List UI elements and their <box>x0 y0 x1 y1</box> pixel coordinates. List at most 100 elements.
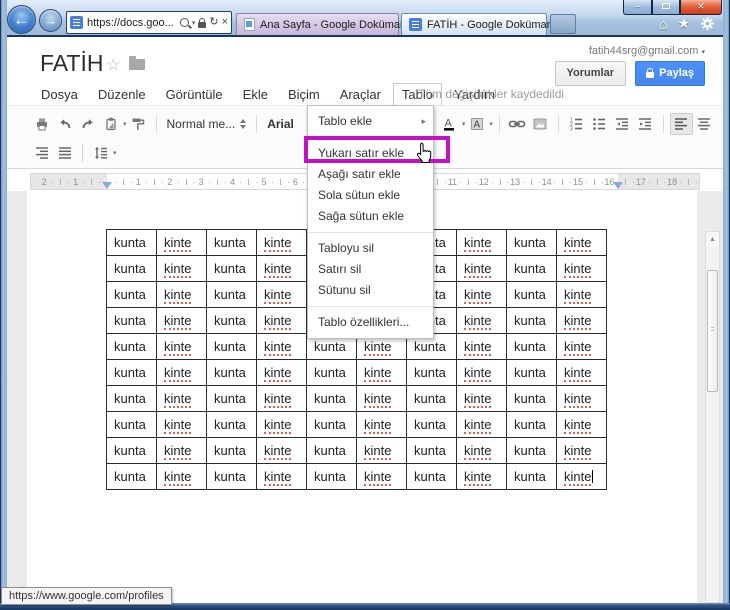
paint-roller-icon[interactable] <box>127 113 150 135</box>
table-cell[interactable]: kinte <box>456 463 507 490</box>
menubar-item-görüntüle[interactable]: Görüntüle <box>158 84 231 105</box>
table-cell[interactable]: kinte <box>256 281 307 308</box>
document-title[interactable]: FATİH <box>40 50 103 77</box>
table-cell[interactable]: kinte <box>456 359 507 386</box>
table-cell[interactable]: kinte <box>456 281 507 308</box>
table-cell[interactable]: kunta <box>506 411 557 438</box>
text-color-icon[interactable]: A <box>438 113 461 135</box>
table-cell[interactable]: kunta <box>206 229 257 256</box>
menu-item[interactable]: Sola sütun ekle <box>308 185 433 206</box>
table-cell[interactable]: kinte <box>356 437 407 464</box>
home-icon[interactable]: ⌂ <box>659 16 667 32</box>
line-spacing-icon[interactable] <box>89 142 112 164</box>
table-cell[interactable]: kunta <box>406 359 457 386</box>
table-cell[interactable]: kinte <box>556 333 607 360</box>
table-cell[interactable]: kunta <box>406 385 457 412</box>
table-cell[interactable]: kinte <box>456 255 507 282</box>
table-cell[interactable]: kinte <box>456 411 507 438</box>
table-cell[interactable]: kinte <box>556 463 607 490</box>
align-right-icon[interactable] <box>30 142 53 164</box>
justify-icon[interactable] <box>53 142 76 164</box>
account-email[interactable]: fatih44srg@gmail.com ▾ <box>589 45 705 57</box>
left-indent-marker-icon[interactable] <box>102 182 112 189</box>
table-cell[interactable]: kunta <box>506 385 557 412</box>
new-tab-button[interactable] <box>550 14 576 34</box>
menu-item[interactable]: Tablo ekle ▸ <box>308 111 433 132</box>
table-cell[interactable]: kunta <box>406 463 457 490</box>
table-cell[interactable]: kunta <box>106 385 157 412</box>
favorites-star-icon[interactable]: ★ <box>677 15 690 32</box>
paragraph-style-dropdown[interactable]: Normal me... <box>163 117 251 131</box>
table-cell[interactable]: kunta <box>206 281 257 308</box>
table-cell[interactable]: kinte <box>456 307 507 334</box>
table-cell[interactable]: kunta <box>106 437 157 464</box>
table-cell[interactable]: kunta <box>206 255 257 282</box>
table-cell[interactable]: kunta <box>506 359 557 386</box>
numbered-list-icon[interactable]: 123 <box>565 113 588 135</box>
table-cell[interactable]: kunta <box>106 333 157 360</box>
star-document-icon[interactable]: ☆ <box>106 55 120 75</box>
minimize-button[interactable]: – <box>623 0 652 15</box>
undo-icon[interactable] <box>53 113 76 135</box>
back-button[interactable]: ← <box>7 5 36 34</box>
table-cell[interactable]: kunta <box>106 255 157 282</box>
menubar-item-ekle[interactable]: Ekle <box>235 84 276 105</box>
table-cell[interactable]: kinte <box>556 229 607 256</box>
menubar-item-biçim[interactable]: Biçim <box>280 84 328 105</box>
menu-item[interactable]: Tablo özellikleri... <box>308 312 433 333</box>
url-text[interactable]: https://docs.goo... <box>87 17 180 29</box>
paint-format-icon[interactable] <box>99 113 122 135</box>
table-cell[interactable]: kunta <box>206 385 257 412</box>
maximize-button[interactable] <box>652 0 680 15</box>
menu-item[interactable]: Satırı sil <box>308 259 433 280</box>
table-cell[interactable]: kinte <box>156 437 207 464</box>
highlight-color-icon[interactable]: A <box>465 113 488 135</box>
table-cell[interactable]: kunta <box>106 229 157 256</box>
menu-item[interactable]: Tabloyu sil <box>308 238 433 259</box>
table-cell[interactable]: kinte <box>256 229 307 256</box>
search-icon[interactable] <box>179 18 189 27</box>
table-cell[interactable]: kinte <box>256 255 307 282</box>
table-cell[interactable]: kunta <box>206 307 257 334</box>
tab-fatih[interactable]: FATİH - Google Dokümanlar × <box>401 13 576 35</box>
table-cell[interactable]: kunta <box>106 463 157 490</box>
table-cell[interactable]: kinte <box>556 255 607 282</box>
table-cell[interactable]: kinte <box>356 385 407 412</box>
table-cell[interactable]: kinte <box>156 359 207 386</box>
highlight-dropdown-icon[interactable]: ▾ <box>489 120 493 128</box>
scrollbar-thumb[interactable] <box>707 270 718 392</box>
font-dropdown[interactable]: Arial <box>263 117 298 131</box>
menubar-item-araçlar[interactable]: Araçlar <box>332 84 389 105</box>
table-cell[interactable]: kunta <box>306 437 357 464</box>
table-cell[interactable]: kinte <box>256 385 307 412</box>
table-cell[interactable]: kinte <box>256 437 307 464</box>
tab-ana-sayfa[interactable]: Ana Sayfa - Google Dokümanlar <box>236 13 418 35</box>
table-cell[interactable]: kinte <box>156 385 207 412</box>
table-cell[interactable]: kunta <box>506 307 557 334</box>
table-cell[interactable]: kinte <box>156 307 207 334</box>
insert-link-icon[interactable] <box>506 113 529 135</box>
menu-item[interactable]: Sütunu sil <box>308 280 433 301</box>
table-cell[interactable]: kinte <box>256 359 307 386</box>
scroll-up-icon[interactable]: ▲ <box>706 232 719 247</box>
table-cell[interactable]: kinte <box>556 281 607 308</box>
table-cell[interactable]: kinte <box>156 411 207 438</box>
comments-button[interactable]: Yorumlar <box>554 61 626 86</box>
table-cell[interactable]: kinte <box>256 463 307 490</box>
table-cell[interactable]: kinte <box>456 385 507 412</box>
table-cell[interactable]: kinte <box>556 359 607 386</box>
table-cell[interactable]: kunta <box>506 463 557 490</box>
print-icon[interactable] <box>30 113 53 135</box>
close-button[interactable]: × <box>680 0 722 15</box>
table-cell[interactable]: kunta <box>506 255 557 282</box>
table-cell[interactable]: kunta <box>206 333 257 360</box>
table-cell[interactable]: kinte <box>256 333 307 360</box>
table-cell[interactable]: kunta <box>206 463 257 490</box>
line-spacing-dropdown-icon[interactable]: ▾ <box>113 149 117 157</box>
table-cell[interactable]: kinte <box>256 307 307 334</box>
table-cell[interactable]: kunta <box>206 411 257 438</box>
table-cell[interactable]: kinte <box>156 229 207 256</box>
table-cell[interactable]: kunta <box>406 437 457 464</box>
table-cell[interactable]: kinte <box>156 333 207 360</box>
table-cell[interactable]: kinte <box>556 385 607 412</box>
